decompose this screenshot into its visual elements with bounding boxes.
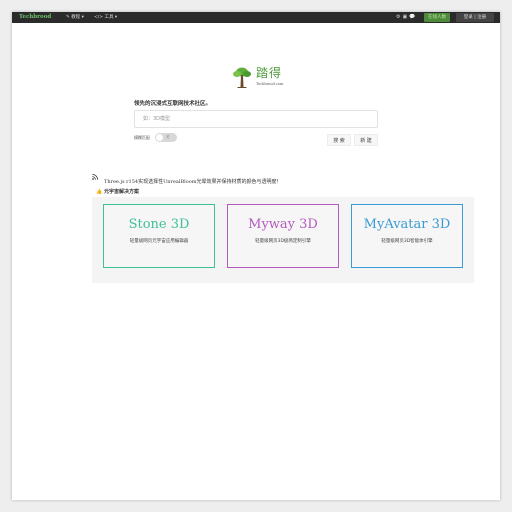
search-input[interactable]: 如：3D模型 xyxy=(134,110,378,128)
site-slogan: 领先的沉浸式互联网技术社区。 xyxy=(134,101,212,107)
thumbs-up-icon: 👍 xyxy=(96,189,103,195)
logo-english-text: Techbrood.com xyxy=(256,82,284,86)
card-description: 轻量级网页3D极简定制引擎 xyxy=(255,239,311,244)
news-headline-link[interactable]: Three.js r154实现选择性UnrealBloom光晕效果并保持材质的颜… xyxy=(104,178,282,185)
solutions-heading: 👍 元宇宙解决方案 xyxy=(96,188,139,197)
login-register-button[interactable]: 登录 | 注册 xyxy=(456,13,494,22)
card-title: MyAvatar 3D xyxy=(363,217,451,232)
solutions-heading-text: 元宇宙解决方案 xyxy=(103,189,139,195)
rss-icon xyxy=(92,174,98,180)
fuzzy-match-label: 模糊匹配 xyxy=(134,135,150,140)
site-logo[interactable]: 踏得 Techbrood.com xyxy=(232,65,312,93)
social-icons: ⚙ ▣ 💬 xyxy=(396,14,415,21)
settings-icon[interactable]: ⚙ xyxy=(396,14,400,21)
nav-tutorials[interactable]: ✎ 教程 ▾ xyxy=(66,14,84,21)
brand-logo-text[interactable]: Techbrood xyxy=(19,14,51,21)
page: Techbrood ✎ 教程 ▾ </> 工具 ▾ ⚙ ▣ 💬 在线人数 登录 … xyxy=(12,12,500,500)
card-title: Stone 3D xyxy=(128,217,190,232)
search-button[interactable]: 搜 索 xyxy=(327,134,351,146)
toggle-knob xyxy=(156,134,163,141)
nav-tools[interactable]: </> 工具 ▾ xyxy=(94,14,117,21)
top-nav-bar: Techbrood ✎ 教程 ▾ </> 工具 ▾ ⚙ ▣ 💬 在线人数 登录 … xyxy=(12,12,500,23)
wechat-icon[interactable]: 💬 xyxy=(409,14,415,21)
tree-logo-icon xyxy=(233,67,251,88)
online-badge: 在线人数 xyxy=(424,13,450,22)
toggle-state-text: 关 xyxy=(166,135,170,139)
card-myway-3d[interactable]: Myway 3D 轻量级网页3D极简定制引擎 xyxy=(227,204,339,268)
card-title: Myway 3D xyxy=(248,217,318,232)
fuzzy-match-toggle[interactable]: 关 xyxy=(155,133,177,142)
card-stone-3d[interactable]: Stone 3D 轻量级网页元宇宙应用编辑器 xyxy=(103,204,215,268)
solutions-panel: Stone 3D 轻量级网页元宇宙应用编辑器 Myway 3D 轻量级网页3D极… xyxy=(92,197,474,283)
card-description: 轻量级网页元宇宙应用编辑器 xyxy=(129,239,189,244)
card-description: 轻量级网页3D智能体引擎 xyxy=(381,239,433,244)
logo-chinese-text: 踏得 xyxy=(256,66,283,80)
weibo-icon[interactable]: ▣ xyxy=(402,14,407,21)
new-button[interactable]: 新 建 xyxy=(354,134,378,146)
card-myavatar-3d[interactable]: MyAvatar 3D 轻量级网页3D智能体引擎 xyxy=(351,204,463,268)
